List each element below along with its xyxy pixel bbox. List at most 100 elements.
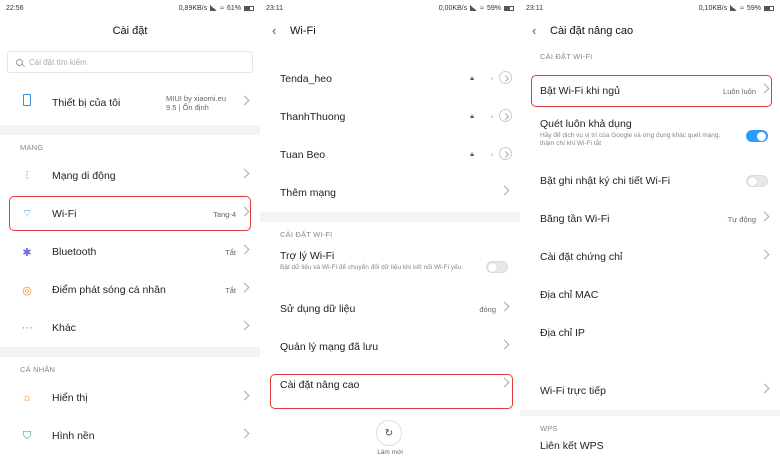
status-bar: 23:11 0,10KB/s ≈ 59% bbox=[520, 0, 780, 16]
status-battery: 59% bbox=[746, 4, 761, 12]
back-icon[interactable]: ‹ bbox=[532, 23, 536, 38]
mac-address-label: Địa chỉ MAC bbox=[540, 289, 599, 301]
scan-toggle[interactable] bbox=[746, 130, 768, 142]
highlight-box bbox=[531, 75, 772, 107]
item-hotspot[interactable]: ◎ Điểm phát sóng cá nhân Tắt bbox=[0, 271, 260, 309]
ip-address-item: Địa chỉ IP bbox=[520, 314, 780, 352]
status-battery: 61% bbox=[226, 4, 241, 12]
highlight-box bbox=[270, 374, 513, 409]
status-bar: 22:56 0,89KB/s ≈ 61% bbox=[0, 0, 260, 16]
network-name: Tuan Beo bbox=[280, 149, 326, 161]
scan-label: Quét luôn khả dụng bbox=[540, 118, 632, 130]
mac-address-item: Địa chỉ MAC bbox=[520, 276, 780, 314]
battery-icon bbox=[244, 5, 254, 11]
wifi-status-icon: ≈ bbox=[740, 4, 744, 12]
item-mobile-network[interactable]: ⫶ Mạng di động bbox=[0, 157, 260, 195]
bluetooth-value: Tắt bbox=[225, 247, 236, 257]
device-value: MIUI by xiaomi.eu 9.5 | Ổn định bbox=[166, 94, 227, 112]
display-label: Hiển thị bbox=[52, 392, 88, 404]
wifi-network-item[interactable]: Tenda_heo 🔒︎ ◔ bbox=[260, 60, 520, 98]
add-network-label: Thêm mạng bbox=[280, 187, 337, 199]
chevron-right-icon bbox=[239, 390, 250, 401]
status-time: 23:11 bbox=[526, 4, 543, 12]
verbose-logging-item[interactable]: Bật ghi nhật ký chi tiết Wi-Fi bbox=[520, 162, 780, 200]
install-cert-item[interactable]: Cài đặt chứng chỉ bbox=[520, 238, 780, 276]
mobile-network-icon: ⫶ bbox=[25, 169, 29, 182]
page-title-bar: ‹ Cài đặt nâng cao bbox=[520, 16, 780, 46]
chevron-right-icon bbox=[239, 320, 250, 331]
status-bar: 23:11 0,00KB/s ≈ 59% bbox=[260, 0, 520, 16]
battery-icon bbox=[504, 5, 514, 11]
wifi-signal-icon: ◔ bbox=[488, 150, 494, 160]
network-detail-button[interactable] bbox=[499, 109, 512, 122]
wifi-assistant-item[interactable]: Trợ lý Wi-Fi Bật dữ liệu và Wi-Fi để chu… bbox=[260, 244, 520, 290]
saved-networks-item[interactable]: Quản lý mạng đã lưu bbox=[260, 328, 520, 366]
chevron-right-icon bbox=[759, 249, 770, 260]
scan-desc: Hãy để dịch vụ vị trí của Google và ứng … bbox=[540, 132, 721, 147]
data-usage-value: đóng bbox=[479, 304, 496, 314]
status-time: 22:56 bbox=[6, 4, 24, 12]
device-label: Thiết bị của tôi bbox=[52, 97, 121, 109]
divider bbox=[0, 347, 260, 357]
page-title-bar: ‹ Wi-Fi bbox=[260, 16, 520, 46]
refresh-button[interactable]: ↻ bbox=[376, 420, 402, 446]
chevron-right-icon bbox=[759, 383, 770, 394]
wifi-signal-icon: ◔ bbox=[488, 112, 494, 122]
wifi-panel: 23:11 0,00KB/s ≈ 59% ‹ Wi-Fi Tenda_heo 🔒… bbox=[260, 0, 520, 462]
hotspot-icon: ◎ bbox=[22, 284, 32, 297]
item-display[interactable]: ☼ Hiển thị bbox=[0, 379, 260, 417]
verbose-logging-toggle[interactable] bbox=[746, 175, 768, 187]
wifi-band-label: Băng tần Wi-Fi bbox=[540, 213, 610, 225]
chevron-right-icon bbox=[499, 301, 510, 312]
wifi-network-item[interactable]: ThanhThuong 🔒︎ ◔ bbox=[260, 98, 520, 136]
signal-icon bbox=[470, 5, 478, 11]
network-detail-button[interactable] bbox=[499, 147, 512, 160]
hotspot-value: Tắt bbox=[225, 285, 236, 295]
add-network-item[interactable]: Thêm mạng bbox=[260, 174, 520, 212]
signal-icon bbox=[730, 5, 738, 11]
item-wallpaper[interactable]: ⛉ Hình nền bbox=[0, 417, 260, 455]
data-usage-label: Sử dụng dữ liệu bbox=[280, 303, 356, 315]
wifi-band-item[interactable]: Băng tần Wi-Fi Tự động bbox=[520, 200, 780, 238]
lock-icon: 🔒︎ bbox=[470, 113, 474, 120]
section-wifi-settings: CÀI ĐẶT WI-FI bbox=[540, 52, 593, 61]
section-wps: WPS bbox=[540, 424, 558, 433]
lock-icon: 🔒︎ bbox=[470, 75, 474, 82]
settings-panel: 22:56 0,89KB/s ≈ 61% Cài đặt Cài đặt tìm… bbox=[0, 0, 260, 462]
assistant-toggle[interactable] bbox=[486, 261, 508, 273]
page-title: Cài đặt nâng cao bbox=[550, 25, 634, 37]
divider bbox=[0, 125, 260, 135]
refresh-icon: ↻ bbox=[384, 427, 394, 439]
status-battery: 59% bbox=[486, 4, 501, 12]
assistant-label: Trợ lý Wi-Fi bbox=[280, 250, 335, 262]
lock-icon: 🔒︎ bbox=[470, 151, 474, 158]
wifi-network-item[interactable]: Tuan Beo 🔒︎ ◔ bbox=[260, 136, 520, 174]
wallpaper-label: Hình nền bbox=[52, 430, 95, 442]
wifi-direct-label: Wi-Fi trực tiếp bbox=[540, 385, 606, 397]
divider bbox=[260, 212, 520, 222]
hotspot-label: Điểm phát sóng cá nhân bbox=[52, 284, 166, 296]
status-speed: 0,10KB/s bbox=[698, 4, 728, 12]
item-other[interactable]: ··· Khác bbox=[0, 309, 260, 347]
network-detail-button[interactable] bbox=[499, 71, 512, 84]
chevron-right-icon bbox=[239, 428, 250, 439]
item-bluetooth[interactable]: ✱ Bluetooth Tắt bbox=[0, 233, 260, 271]
wifi-signal-icon: ◔ bbox=[488, 74, 494, 84]
wallpaper-icon: ⛉ bbox=[22, 429, 32, 442]
more-icon: ··· bbox=[21, 322, 33, 334]
search-input[interactable]: Cài đặt tìm kiếm bbox=[7, 51, 253, 73]
scan-always-item[interactable]: Quét luôn khả dụng Hãy để dịch vụ vị trí… bbox=[520, 110, 780, 162]
chevron-right-icon bbox=[239, 95, 250, 106]
saved-networks-label: Quản lý mạng đã lưu bbox=[280, 341, 379, 353]
chevron-right-icon bbox=[239, 244, 250, 255]
chevron-right-icon bbox=[499, 339, 510, 350]
data-usage-item[interactable]: Sử dụng dữ liệu đóng bbox=[260, 290, 520, 328]
search-icon bbox=[16, 58, 23, 66]
page-title-bar: Cài đặt bbox=[0, 16, 260, 46]
assistant-desc: Bật dữ liệu và Wi-Fi để chuyển đổi dữ li… bbox=[280, 264, 464, 271]
wifi-status-icon: ≈ bbox=[480, 4, 484, 12]
wifi-direct-item[interactable]: Wi-Fi trực tiếp bbox=[520, 372, 780, 410]
back-icon[interactable]: ‹ bbox=[272, 23, 276, 38]
sidebar-item-my-device[interactable]: Thiết bị của tôi MIUI by xiaomi.eu 9.5 |… bbox=[0, 81, 260, 125]
wps-item[interactable]: Liên kết WPS bbox=[520, 436, 780, 452]
